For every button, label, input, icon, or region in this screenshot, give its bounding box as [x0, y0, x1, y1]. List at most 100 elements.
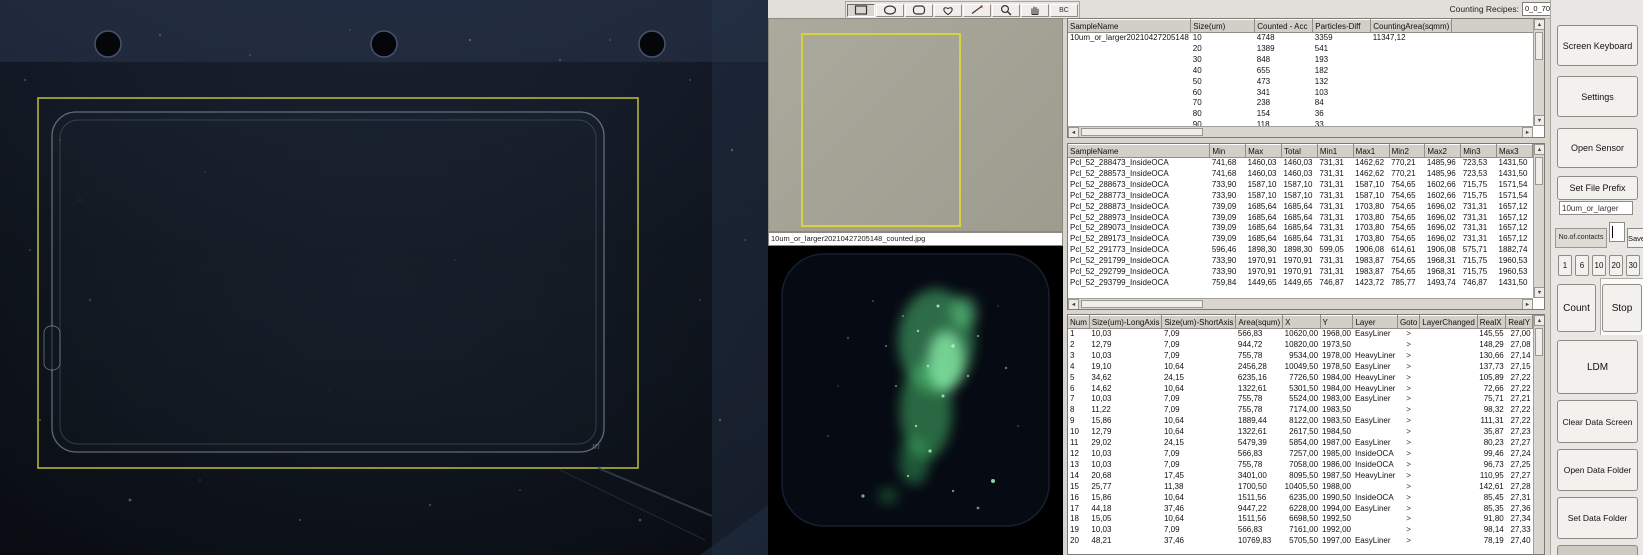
table-row[interactable]: 201389541: [1068, 44, 1452, 55]
table-row[interactable]: 50473132: [1068, 77, 1452, 88]
column-header[interactable]: SampleName: [1068, 145, 1210, 158]
partial-bottom-button[interactable]: [1557, 545, 1638, 555]
scroll-up-icon[interactable]: ▲: [1534, 19, 1545, 30]
table-row[interactable]: Pcl_52_289173_InsideOCA739,091685,641685…: [1068, 234, 1533, 245]
open-data-folder-button[interactable]: Open Data Folder: [1557, 449, 1638, 491]
column-header[interactable]: Goto: [1397, 316, 1419, 329]
table-row[interactable]: 1910,037,09566,837161,001992,00>98,1427,…: [1068, 525, 1533, 536]
magnifier-tool[interactable]: [992, 4, 1020, 17]
table-row[interactable]: 1815,0510,641511,566698,501992,50>91,802…: [1068, 514, 1533, 525]
table-row[interactable]: 1310,037,09755,787058,001986,00InsideOCA…: [1068, 460, 1533, 471]
table-row[interactable]: 30848193: [1068, 55, 1452, 66]
scrollbar-thumb[interactable]: [1081, 300, 1203, 308]
column-header[interactable]: X: [1283, 316, 1320, 329]
bc-tool[interactable]: BC: [1050, 4, 1078, 17]
rounded-rect-select-tool[interactable]: [905, 4, 933, 17]
table-row[interactable]: Pcl_52_288473_InsideOCA741,681460,031460…: [1068, 158, 1533, 169]
horizontal-scrollbar[interactable]: ◄ ►: [1068, 298, 1533, 309]
counted-particle-image[interactable]: [768, 246, 1063, 555]
column-header[interactable]: Max3: [1497, 145, 1533, 158]
table-row[interactable]: 1744,1837,469447,226228,001994,00EasyLin…: [1068, 504, 1533, 515]
count-button[interactable]: Count: [1557, 284, 1596, 332]
column-header[interactable]: Num: [1068, 316, 1089, 329]
table-row[interactable]: 1420,6817,453401,008095,501987,50HeavyLi…: [1068, 471, 1533, 482]
column-header[interactable]: Layer: [1353, 316, 1397, 329]
table-row[interactable]: 40655182: [1068, 66, 1452, 77]
scroll-left-icon[interactable]: ◄: [1068, 127, 1079, 138]
table-row[interactable]: 10um_or_larger20210427205148104748335911…: [1068, 33, 1452, 44]
scroll-right-icon[interactable]: ►: [1522, 299, 1533, 310]
scrollbar-thumb[interactable]: [1081, 128, 1203, 136]
table-row[interactable]: 419,1010,642456,2810049,501978,50EasyLin…: [1068, 362, 1533, 373]
freehand-select-tool[interactable]: [934, 4, 962, 17]
scroll-left-icon[interactable]: ◄: [1068, 299, 1079, 310]
scrollbar-thumb[interactable]: [1535, 157, 1543, 185]
scroll-up-icon[interactable]: ▲: [1534, 144, 1545, 155]
horizontal-scrollbar[interactable]: ◄ ►: [1068, 126, 1533, 137]
table-row[interactable]: 212,797,09944,7210820,001973,50>148,2927…: [1068, 340, 1533, 351]
table-row[interactable]: 60341103: [1068, 88, 1452, 99]
scroll-down-icon[interactable]: ▼: [1534, 115, 1545, 126]
ellipse-select-tool[interactable]: [876, 4, 904, 17]
column-header[interactable]: CountingArea(sqmm): [1371, 20, 1452, 33]
table-row[interactable]: Pcl_52_288673_InsideOCA733,901587,101587…: [1068, 180, 1533, 191]
column-header[interactable]: Counted - Acc: [1255, 20, 1313, 33]
table-row[interactable]: 1129,0224,155479,395854,001987,00EasyLin…: [1068, 438, 1533, 449]
scroll-right-icon[interactable]: ►: [1522, 127, 1533, 138]
column-header[interactable]: LayerChanged: [1420, 316, 1477, 329]
table-row[interactable]: Pcl_52_291773_InsideOCA596,461898,301898…: [1068, 245, 1533, 256]
table-row[interactable]: Pcl_52_288973_InsideOCA739,091685,641685…: [1068, 213, 1533, 224]
screen-keyboard-button[interactable]: Screen Keyboard: [1557, 25, 1638, 66]
table-row[interactable]: 811,227,09755,787174,001983,50>98,3227,2…: [1068, 405, 1533, 416]
table-row[interactable]: Pcl_52_293799_InsideOCA759,841449,651449…: [1068, 278, 1533, 289]
vertical-scrollbar[interactable]: ▲ ▼: [1533, 144, 1544, 298]
column-header[interactable]: Area(squm): [1236, 316, 1283, 329]
live-camera-view[interactable]: [768, 18, 1063, 232]
table-row[interactable]: Pcl_52_292799_InsideOCA733,901970,911970…: [1068, 267, 1533, 278]
column-header[interactable]: Min3: [1461, 145, 1497, 158]
column-header[interactable]: Min2: [1389, 145, 1425, 158]
column-header[interactable]: Size(um): [1191, 20, 1255, 33]
contacts-30-button[interactable]: 30: [1626, 255, 1640, 276]
scrollbar-thumb[interactable]: [1535, 328, 1543, 356]
table-row[interactable]: 110,037,09566,8310620,001968,00EasyLiner…: [1068, 329, 1533, 340]
column-header[interactable]: Min1: [1317, 145, 1353, 158]
vertical-scrollbar[interactable]: ▲: [1533, 315, 1544, 554]
scrollbar-thumb[interactable]: [1535, 32, 1543, 60]
ldm-button[interactable]: LDM: [1557, 340, 1638, 394]
table-row[interactable]: Pcl_52_289073_InsideOCA739,091685,641685…: [1068, 223, 1533, 234]
contacts-input[interactable]: [1609, 222, 1625, 242]
column-header[interactable]: Max2: [1425, 145, 1461, 158]
table-row[interactable]: 8015436: [1068, 109, 1452, 120]
pan-hand-tool[interactable]: [1021, 4, 1049, 17]
table-row[interactable]: 2048,2137,4610769,835705,501997,00EasyLi…: [1068, 536, 1533, 547]
table-row[interactable]: 310,037,09755,789534,001978,00HeavyLiner…: [1068, 351, 1533, 362]
table-row[interactable]: 534,6224,156235,167726,501984,00HeavyLin…: [1068, 373, 1533, 384]
settings-button[interactable]: Settings: [1557, 76, 1638, 117]
open-sensor-button[interactable]: Open Sensor: [1557, 128, 1638, 168]
column-header[interactable]: RealX: [1477, 316, 1505, 329]
contacts-6-button[interactable]: 6: [1575, 255, 1589, 276]
contacts-1-button[interactable]: 1: [1558, 255, 1572, 276]
rectangle-select-tool[interactable]: [847, 4, 875, 17]
column-header[interactable]: Max: [1246, 145, 1282, 158]
scroll-down-icon[interactable]: ▼: [1534, 287, 1545, 298]
clear-data-screen-button[interactable]: Clear Data Screen: [1557, 400, 1638, 443]
table-row[interactable]: Pcl_52_288773_InsideOCA733,901587,101587…: [1068, 191, 1533, 202]
set-data-folder-button[interactable]: Set Data Folder: [1557, 497, 1638, 539]
table-row[interactable]: Pcl_52_291799_InsideOCA733,901970,911970…: [1068, 256, 1533, 267]
file-prefix-input[interactable]: [1559, 201, 1633, 215]
column-header[interactable]: Total: [1281, 145, 1317, 158]
column-header[interactable]: Particles-Diff: [1313, 20, 1371, 33]
table-row[interactable]: 1210,037,09566,837257,001985,00InsideOCA…: [1068, 449, 1533, 460]
column-header[interactable]: RealY: [1506, 316, 1533, 329]
vertical-scrollbar[interactable]: ▲ ▼: [1533, 19, 1544, 126]
column-header[interactable]: SampleName: [1068, 20, 1191, 33]
column-header[interactable]: Size(um)-LongAxis: [1089, 316, 1162, 329]
line-tool[interactable]: [963, 4, 991, 17]
table-row[interactable]: 1615,8610,641511,566235,001990,50InsideO…: [1068, 493, 1533, 504]
table-row[interactable]: Pcl_52_288573_InsideOCA741,681460,031460…: [1068, 169, 1533, 180]
column-header[interactable]: Max1: [1353, 145, 1389, 158]
column-header[interactable]: Size(um)-ShortAxis: [1162, 316, 1236, 329]
table-row[interactable]: 7023884: [1068, 98, 1452, 109]
